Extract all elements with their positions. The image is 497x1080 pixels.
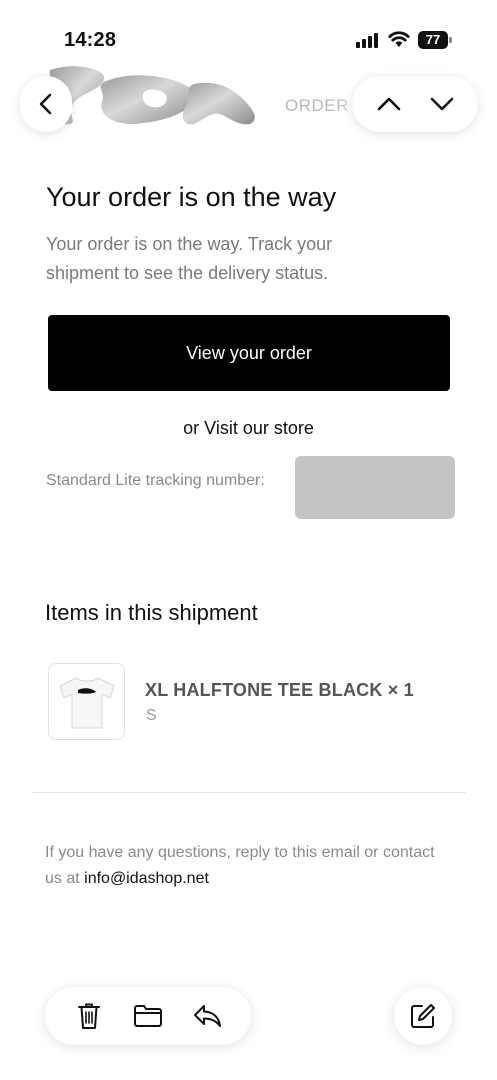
delete-button[interactable] — [69, 996, 109, 1036]
wifi-icon — [388, 30, 410, 48]
compose-button[interactable] — [394, 987, 452, 1045]
tracking-number-label: Standard Lite tracking number: — [46, 472, 265, 489]
reply-icon — [194, 1005, 222, 1027]
move-to-folder-button[interactable] — [128, 996, 168, 1036]
email-headline: Your order is on the way — [46, 182, 337, 212]
product-thumbnail[interactable] — [48, 663, 125, 740]
compose-icon — [411, 1004, 435, 1028]
view-order-button[interactable]: View your order — [48, 315, 450, 391]
message-navigation — [352, 76, 478, 132]
cellular-signal-icon — [356, 32, 380, 48]
chevron-up-icon — [377, 97, 400, 111]
chevron-down-icon — [430, 97, 453, 111]
visit-store-link[interactable]: Visit our store — [204, 418, 314, 438]
email-subtext: Your order is on the way. Track your shi… — [46, 234, 333, 283]
item-variant: S — [146, 707, 157, 724]
trash-icon — [77, 1003, 100, 1029]
tshirt-image — [58, 676, 115, 728]
email-subject-title: ORDER — [285, 96, 349, 115]
visit-store-line: or Visit our store — [0, 418, 497, 439]
status-bar: 14:28 77 — [0, 0, 497, 60]
chevron-left-icon — [39, 93, 52, 115]
folder-icon — [133, 1005, 162, 1027]
next-message-button[interactable] — [422, 84, 462, 124]
reply-button[interactable] — [187, 996, 227, 1036]
battery-level: 77 — [418, 31, 448, 49]
footer-text: If you have any questions, reply to this… — [45, 840, 445, 892]
back-button[interactable] — [20, 76, 72, 132]
divider — [32, 792, 466, 793]
items-heading: Items in this shipment — [45, 600, 258, 625]
contact-email-link[interactable]: info@idashop.net — [84, 870, 209, 887]
previous-message-button[interactable] — [369, 84, 409, 124]
ida-logo — [49, 66, 255, 125]
mail-toolbar — [45, 987, 251, 1045]
status-time: 14:28 — [64, 29, 117, 51]
mail-nav-bar: ORDER — [0, 60, 497, 160]
tracking-number-redacted — [295, 456, 455, 519]
visit-prefix: or — [183, 418, 205, 438]
item-name: XL HALFTONE TEE BLACK × 1 — [145, 680, 414, 700]
battery-icon: 77 — [418, 31, 452, 49]
